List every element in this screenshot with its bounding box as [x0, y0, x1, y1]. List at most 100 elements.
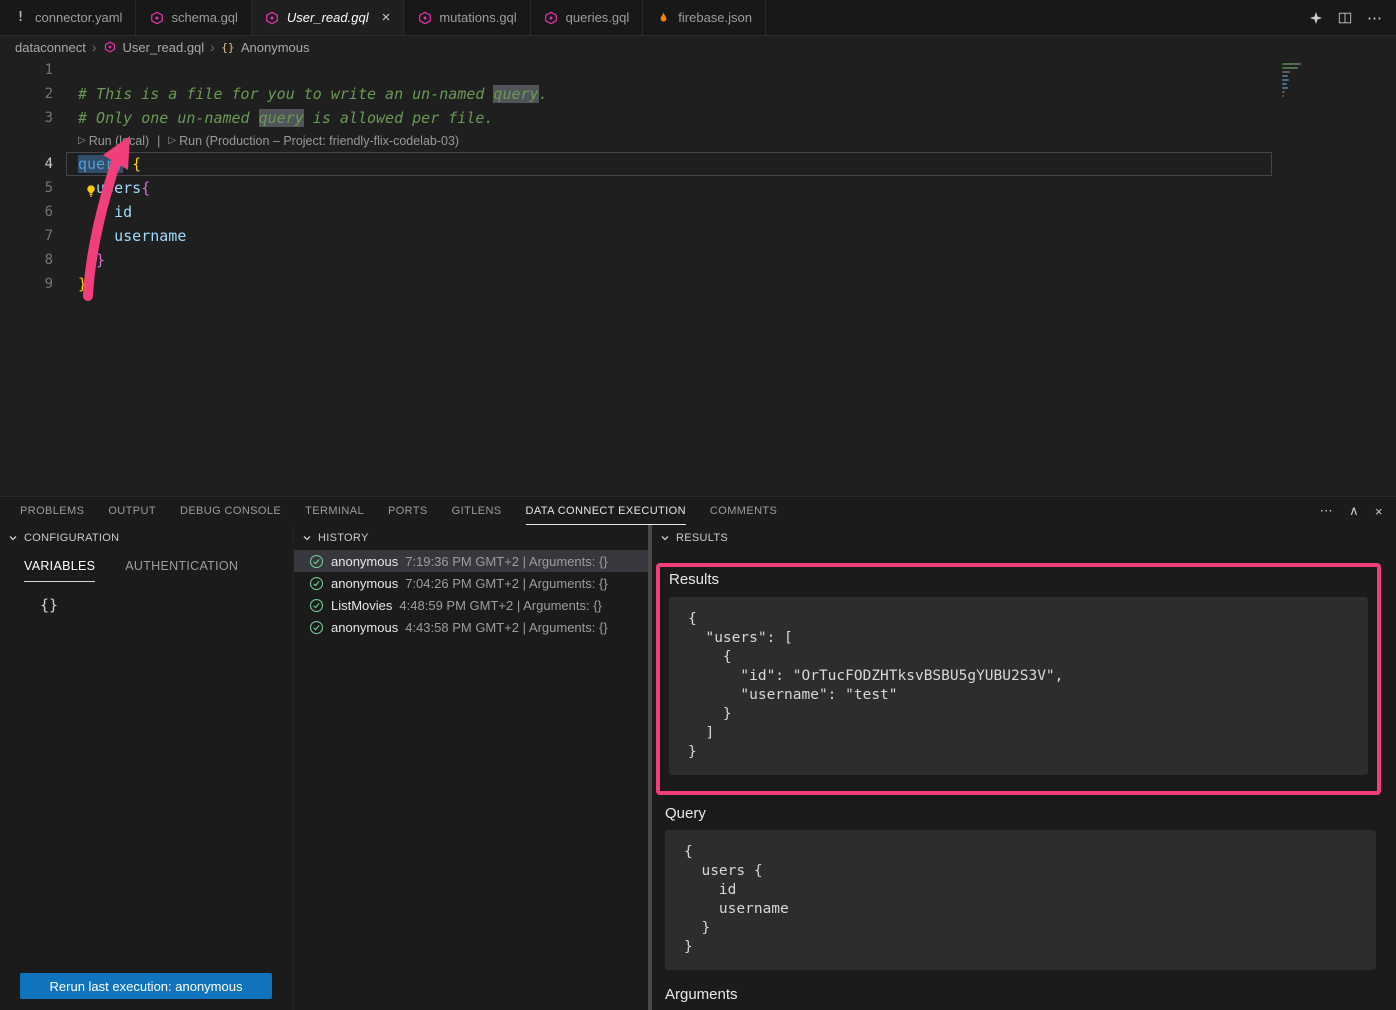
- chevron-down-icon: [302, 533, 312, 543]
- history-section: HISTORY anonymous 7:19:36 PM GMT+2 | Arg…: [293, 525, 648, 1010]
- yaml-file-icon: !: [13, 10, 28, 25]
- code-text: username: [53, 224, 186, 248]
- run-local-link[interactable]: ▷Run (local): [78, 130, 149, 152]
- tab-mutations-gql[interactable]: mutations.gql: [404, 0, 530, 35]
- history-item-name: ListMovies: [331, 598, 392, 613]
- code-line-7: 7 username: [0, 224, 1396, 248]
- panel-tab-problems[interactable]: PROBLEMS: [20, 497, 84, 525]
- close-tab-icon[interactable]: ×: [382, 10, 391, 25]
- line-number: 5: [0, 176, 53, 200]
- history-item-meta: 7:19:36 PM GMT+2 | Arguments: {}: [405, 554, 607, 569]
- line-number: 1: [0, 58, 53, 82]
- code-line-5: 5 users{: [0, 176, 1396, 200]
- field-token: username: [78, 227, 186, 245]
- code-text: [53, 58, 78, 82]
- codelens-separator: |: [157, 130, 160, 152]
- comment-token: # This is a file for you to write an un-…: [78, 85, 493, 103]
- tab-authentication[interactable]: AUTHENTICATION: [125, 559, 238, 582]
- vscode-window: ! connector.yaml schema.gql User_read.gq…: [0, 0, 1396, 1010]
- history-item-meta: 4:43:58 PM GMT+2 | Arguments: {}: [405, 620, 607, 635]
- history-item[interactable]: ListMovies 4:48:59 PM GMT+2 | Arguments:…: [294, 594, 648, 616]
- brace-token: {: [123, 155, 141, 173]
- minimap-line: [1282, 95, 1284, 97]
- configuration-header[interactable]: CONFIGURATION: [0, 525, 293, 550]
- line-number: 6: [0, 200, 53, 224]
- results-json[interactable]: { "users": [ { "id": "OrTucFODZHTksvBSBU…: [669, 597, 1368, 775]
- more-actions-icon[interactable]: ⋯: [1367, 9, 1382, 27]
- panel-tab-terminal[interactable]: TERMINAL: [305, 497, 364, 525]
- brace-token: }: [78, 251, 105, 269]
- chevron-right-icon: ›: [210, 39, 215, 55]
- history-item-name: anonymous: [331, 576, 398, 591]
- history-item[interactable]: anonymous 7:04:26 PM GMT+2 | Arguments: …: [294, 572, 648, 594]
- tab-variables[interactable]: VARIABLES: [24, 559, 95, 582]
- tab-connector-yaml[interactable]: ! connector.yaml: [0, 0, 136, 35]
- code-line-8: 8 }: [0, 248, 1396, 272]
- rerun-last-execution-button[interactable]: Rerun last execution: anonymous: [20, 973, 272, 999]
- code-line-6: 6 id: [0, 200, 1396, 224]
- code-line-9: 9 }: [0, 272, 1396, 296]
- minimap-line: [1282, 75, 1288, 77]
- comment-token: is allowed per file.: [304, 109, 494, 127]
- breadcrumb: dataconnect › User_read.gql › {} Anonymo…: [0, 36, 1396, 58]
- bottom-panel: PROBLEMS OUTPUT DEBUG CONSOLE TERMINAL P…: [0, 496, 1396, 1010]
- brace-token: {: [141, 179, 150, 197]
- results-section: RESULTS Results { "users": [ { "id": "Or…: [648, 525, 1396, 1010]
- tab-schema-gql[interactable]: schema.gql: [136, 0, 251, 35]
- yaml-glyph: !: [17, 10, 25, 25]
- tab-queries-gql[interactable]: queries.gql: [531, 0, 644, 35]
- minimap-line: [1282, 91, 1285, 93]
- graphql-file-icon: [149, 10, 164, 25]
- tab-label: schema.gql: [171, 10, 237, 25]
- arguments-label: Arguments: [665, 986, 1396, 1003]
- configuration-title: CONFIGURATION: [24, 532, 119, 544]
- panel-maximize-icon[interactable]: ∧: [1349, 503, 1359, 519]
- breadcrumb-dataconnect[interactable]: dataconnect: [15, 40, 86, 55]
- tab-firebase-json[interactable]: firebase.json: [643, 0, 766, 35]
- tab-label: connector.yaml: [35, 10, 122, 25]
- panel-close-icon[interactable]: ×: [1375, 504, 1383, 519]
- panel-tab-ports[interactable]: PORTS: [388, 497, 428, 525]
- panel-tab-debug-console[interactable]: DEBUG CONSOLE: [180, 497, 281, 525]
- results-header[interactable]: RESULTS: [652, 525, 1396, 550]
- code-text: users{: [53, 176, 150, 200]
- line-number: 7: [0, 224, 53, 248]
- code-editor[interactable]: 1 2 # This is a file for you to write an…: [0, 58, 1396, 496]
- panel-more-actions-icon[interactable]: ⋯: [1320, 503, 1333, 519]
- editor-tab-bar: ! connector.yaml schema.gql User_read.gq…: [0, 0, 1396, 36]
- history-header[interactable]: HISTORY: [294, 525, 648, 550]
- configuration-tabs: VARIABLES AUTHENTICATION: [24, 559, 293, 582]
- tab-label: firebase.json: [678, 10, 752, 25]
- tab-user-read-gql[interactable]: User_read.gql ×: [252, 0, 404, 35]
- run-production-link[interactable]: ▷Run (Production – Project: friendly-fli…: [168, 130, 459, 152]
- code-text: id: [53, 200, 132, 224]
- history-item[interactable]: anonymous 7:19:36 PM GMT+2 | Arguments: …: [294, 550, 648, 572]
- split-editor-icon[interactable]: [1338, 11, 1352, 25]
- code-text: # This is a file for you to write an un-…: [53, 82, 548, 106]
- panel-tab-data-connect-execution[interactable]: DATA CONNECT EXECUTION: [526, 497, 686, 525]
- field-token: id: [78, 203, 132, 221]
- panel-tab-gitlens[interactable]: GITLENS: [452, 497, 502, 525]
- line-number: 3: [0, 106, 53, 130]
- breadcrumb-anonymous[interactable]: Anonymous: [241, 40, 310, 55]
- play-icon: ▷: [78, 130, 86, 152]
- history-item-name: anonymous: [331, 620, 398, 635]
- query-text[interactable]: { users { id username } }: [665, 830, 1376, 970]
- firebase-file-icon: [656, 10, 671, 25]
- line-number: 9: [0, 272, 53, 296]
- line-number: 4: [0, 152, 53, 176]
- history-item[interactable]: anonymous 4:43:58 PM GMT+2 | Arguments: …: [294, 616, 648, 638]
- graphql-file-icon: [417, 10, 432, 25]
- minimap-line: [1282, 63, 1301, 65]
- panel-tab-output[interactable]: OUTPUT: [108, 497, 156, 525]
- panel-body: CONFIGURATION VARIABLES AUTHENTICATION {…: [0, 525, 1396, 1010]
- variables-value[interactable]: {}: [40, 596, 293, 614]
- check-circle-icon: [309, 620, 324, 635]
- history-item-meta: 4:48:59 PM GMT+2 | Arguments: {}: [399, 598, 601, 613]
- tab-label: queries.gql: [566, 10, 630, 25]
- panel-tab-comments[interactable]: COMMENTS: [710, 497, 777, 525]
- breadcrumb-file[interactable]: User_read.gql: [123, 40, 205, 55]
- minimap[interactable]: [1282, 63, 1304, 97]
- code-text: }: [53, 248, 105, 272]
- copilot-sparkle-icon[interactable]: [1309, 11, 1323, 25]
